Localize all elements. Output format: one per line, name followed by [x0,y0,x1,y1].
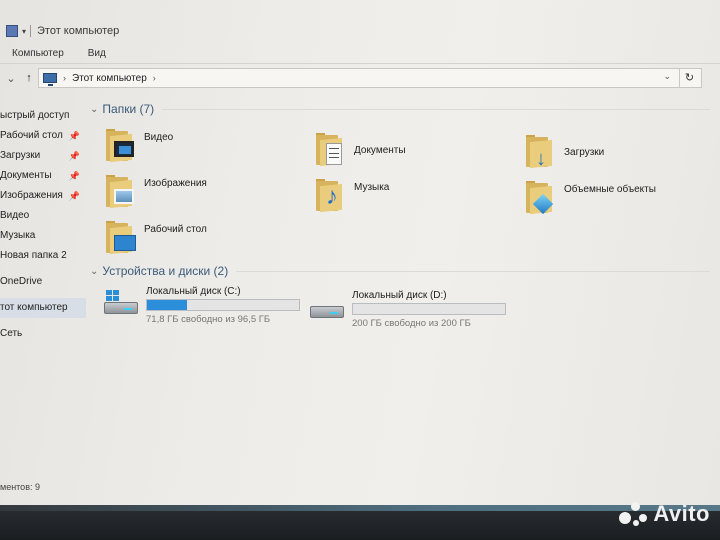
folder-pictures[interactable]: Изображения [106,170,306,214]
downloads-folder-icon: ↓ [526,135,556,169]
drive-free-space: 71,8 ГБ свободно из 96,5 ГБ [146,314,271,325]
sidebar-item-label: Документы [0,170,52,181]
drive-name: Локальный диск (D:) [352,290,447,301]
drive-name: Локальный диск (C:) [146,286,241,297]
tab-computer[interactable]: Компьютер [0,48,76,59]
tab-view[interactable]: Вид [76,48,118,59]
address-dropdown-icon[interactable]: ⌄ [663,71,671,82]
folder-documents[interactable]: Документы [316,128,516,172]
window-title: Этот компьютер [37,25,120,37]
sidebar-item-desktop[interactable]: Рабочий стол 📌 [0,126,86,146]
drive-c[interactable]: Локальный диск (C:) 71,8 ГБ свободно из … [104,286,304,330]
music-folder-icon: ♪ [316,179,346,213]
folder-label: Рабочий стол [144,224,207,235]
sidebar-item-this-pc[interactable]: тот компьютер [0,298,86,318]
drive-d[interactable]: Локальный диск (D:) 200 ГБ свободно из 2… [310,290,510,334]
status-bar-item-count: ментов: 9 [0,482,40,492]
sidebar-item-label: Новая папка 2 [0,250,67,261]
sidebar-item-label: ыстрый доступ [0,110,70,121]
drive-free-space: 200 ГБ свободно из 200 ГБ [352,318,471,329]
drive-usage-bar [146,299,300,311]
sidebar-item-video[interactable]: Видео [0,206,86,226]
sidebar-item-label: Рабочий стол [0,130,63,141]
folder-label: Изображения [144,178,207,189]
sidebar-item-label: Музыка [0,230,36,241]
content-pane: ⌄ Папки (7) Видео Документы ↓ Загрузки И… [86,96,720,501]
sidebar-item-label: Видео [0,210,30,221]
avito-watermark: Avito [619,500,710,528]
drive-usage-bar [352,303,506,315]
sidebar-item-new-folder-2[interactable]: Новая папка 2 [0,246,86,266]
sidebar-item-label: Изображения [0,190,63,201]
breadcrumb-chevron-icon[interactable]: › [63,73,66,83]
group-divider [236,270,710,272]
folder-label: Документы [354,144,406,156]
sidebar-item-documents[interactable]: Документы 📌 [0,166,86,186]
collapse-chevron-icon[interactable]: ⌄ [90,104,98,115]
drive-usage-fill [147,300,187,310]
pictures-folder-icon [106,175,136,209]
documents-folder-icon [316,133,346,167]
sidebar-item-pictures[interactable]: Изображения 📌 [0,186,86,206]
folder-label: Видео [144,132,174,143]
folder-label: Объемные объекты [564,184,656,195]
refresh-icon[interactable]: ↻ [679,69,699,87]
title-separator [30,25,32,37]
sidebar-item-label: OneDrive [0,276,43,287]
quick-access-dropdown-icon[interactable]: ▾ [22,27,26,36]
desktop-folder-icon [106,221,136,255]
navigation-pane: ыстрый доступ Рабочий стол 📌 Загрузки 📌 До… [0,106,86,501]
folder-3d-objects[interactable]: Объемные объекты [526,176,720,220]
title-bar: ▾ Этот компьютер [0,20,720,42]
drives-group-header[interactable]: ⌄ Устройства и диски (2) [90,264,710,278]
sidebar-item-music[interactable]: Музыка [0,226,86,246]
video-folder-icon [106,129,136,163]
computer-icon [43,73,57,86]
folder-desktop[interactable]: Рабочий стол [106,216,306,260]
windows-logo-icon [106,290,120,302]
system-drive-icon [104,290,140,320]
sidebar-item-label: Загрузки [0,150,41,161]
sidebar-item-downloads[interactable]: Загрузки 📌 [0,146,86,166]
group-title: Папки (7) [102,102,155,116]
sidebar-item-label: Сеть [0,328,23,339]
recent-locations-chevron-icon[interactable]: ⌄ [2,72,20,85]
folder-label: Загрузки [564,146,605,158]
ribbon-divider [0,63,720,64]
folder-downloads[interactable]: ↓ Загрузки [526,130,720,174]
avito-logo-icon [619,500,649,528]
collapse-chevron-icon[interactable]: ⌄ [90,266,98,277]
sidebar-item-label: тот компьютер [0,302,68,313]
folder-music[interactable]: ♪ Музыка [316,174,516,218]
sidebar-item-quick-access[interactable]: ыстрый доступ [0,106,86,126]
breadcrumb-chevron-icon[interactable]: › [153,73,156,83]
drive-icon [310,294,346,324]
sidebar-item-network[interactable]: Сеть [0,324,86,344]
3d-objects-folder-icon [526,181,556,215]
breadcrumb-this-pc[interactable]: Этот компьютер [72,73,147,84]
navigation-row: ⌄ ↑ › Этот компьютер › ⌄ ↻ [0,66,720,90]
ribbon-tabs: Компьютер Вид [0,43,720,63]
pin-icon: 📌 [68,191,80,201]
pin-icon: 📌 [68,151,80,161]
group-title: Устройства и диски (2) [102,264,229,278]
folder-video[interactable]: Видео [106,124,306,168]
folder-label: Музыка [354,182,390,193]
avito-watermark-text: Avito [653,501,710,526]
quick-access-toolbar-icon[interactable] [6,25,18,37]
explorer-window: ▾ Этот компьютер Компьютер Вид ⌄ ↑ › Это… [0,0,720,505]
pin-icon: 📌 [68,131,80,141]
folders-group-header[interactable]: ⌄ Папки (7) [90,102,710,116]
taskbar-glow [0,505,720,511]
up-arrow-icon[interactable]: ↑ [20,72,38,84]
sidebar-item-onedrive[interactable]: OneDrive [0,272,86,292]
address-bar[interactable]: › Этот компьютер › ⌄ ↻ [38,68,702,88]
group-divider [162,108,710,110]
pin-icon: 📌 [68,171,80,181]
